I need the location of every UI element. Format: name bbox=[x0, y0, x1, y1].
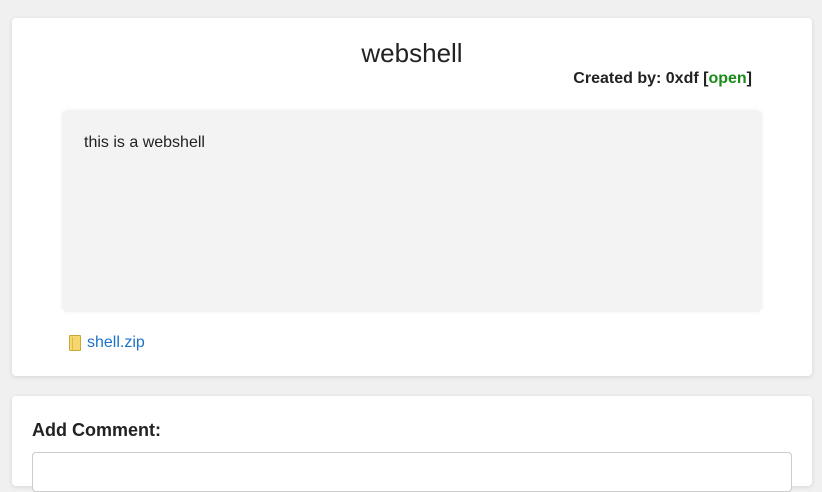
add-comment-label: Add Comment: bbox=[32, 420, 161, 440]
created-by-label: Created by: bbox=[573, 70, 666, 87]
ticket-author: 0xdf bbox=[665, 70, 699, 87]
attachment: shell.zip bbox=[69, 334, 145, 352]
ticket-body: this is a webshell bbox=[62, 110, 762, 312]
ticket-meta: Created by: 0xdf [open] bbox=[573, 70, 752, 88]
comment-input[interactable] bbox=[32, 452, 792, 492]
attachment-link[interactable]: shell.zip bbox=[87, 334, 145, 352]
ticket-card: webshell Created by: 0xdf [open] this is… bbox=[12, 18, 812, 376]
ticket-title: webshell bbox=[361, 38, 463, 68]
ticket-body-text: this is a webshell bbox=[84, 134, 205, 151]
status-badge: open bbox=[708, 70, 747, 87]
comment-card: Add Comment: bbox=[12, 396, 812, 492]
status-close-bracket: ] bbox=[746, 70, 752, 87]
file-icon bbox=[69, 335, 81, 351]
